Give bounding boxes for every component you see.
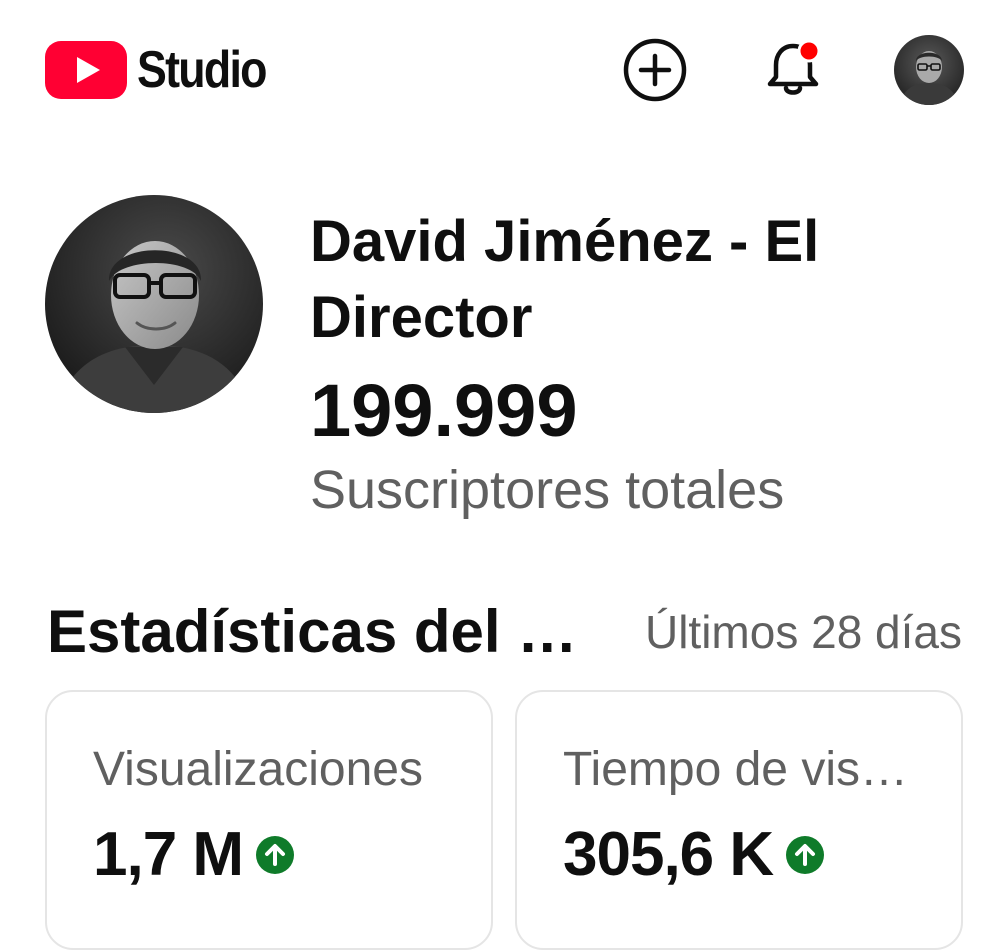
stat-card-value-row: 305,6 K <box>563 818 825 892</box>
channel-name: David Jiménez - El Director <box>310 209 820 350</box>
stat-card-views[interactable]: Visualizaciones 1,7 M <box>45 690 493 950</box>
stat-card-value-row: 1,7 M <box>93 818 295 892</box>
stat-card-value: 305,6 K <box>563 820 774 889</box>
stat-card-watch-time[interactable]: Tiempo de visualización (horas) 305,6 K <box>515 690 963 950</box>
notifications-button[interactable] <box>760 36 826 102</box>
stats-section-title: Estadísticas del canal <box>47 598 599 665</box>
create-icon <box>623 38 687 102</box>
top-app-bar: Studio <box>0 0 1008 140</box>
create-button[interactable] <box>622 37 688 103</box>
subscriber-label: Suscriptores totales <box>310 460 785 520</box>
stats-period: Últimos 28 días <box>644 606 962 658</box>
bell-icon <box>767 39 821 95</box>
stat-card-label: Tiempo de visualización (horas) <box>563 743 921 796</box>
logo-text: Studio <box>137 41 268 99</box>
account-avatar[interactable] <box>894 35 964 105</box>
notification-badge <box>797 39 821 63</box>
subscriber-count: 199.999 <box>310 369 578 452</box>
channel-photo-icon <box>45 195 263 413</box>
stat-card-label: Visualizaciones <box>93 743 423 796</box>
trend-up-icon <box>256 836 295 874</box>
trend-up-icon <box>786 836 825 874</box>
youtube-logo-icon <box>45 41 127 99</box>
youtube-studio-logo[interactable]: Studio <box>45 40 287 100</box>
avatar-photo-icon <box>894 35 964 105</box>
stat-card-value: 1,7 M <box>93 820 244 889</box>
channel-avatar[interactable] <box>45 195 263 413</box>
